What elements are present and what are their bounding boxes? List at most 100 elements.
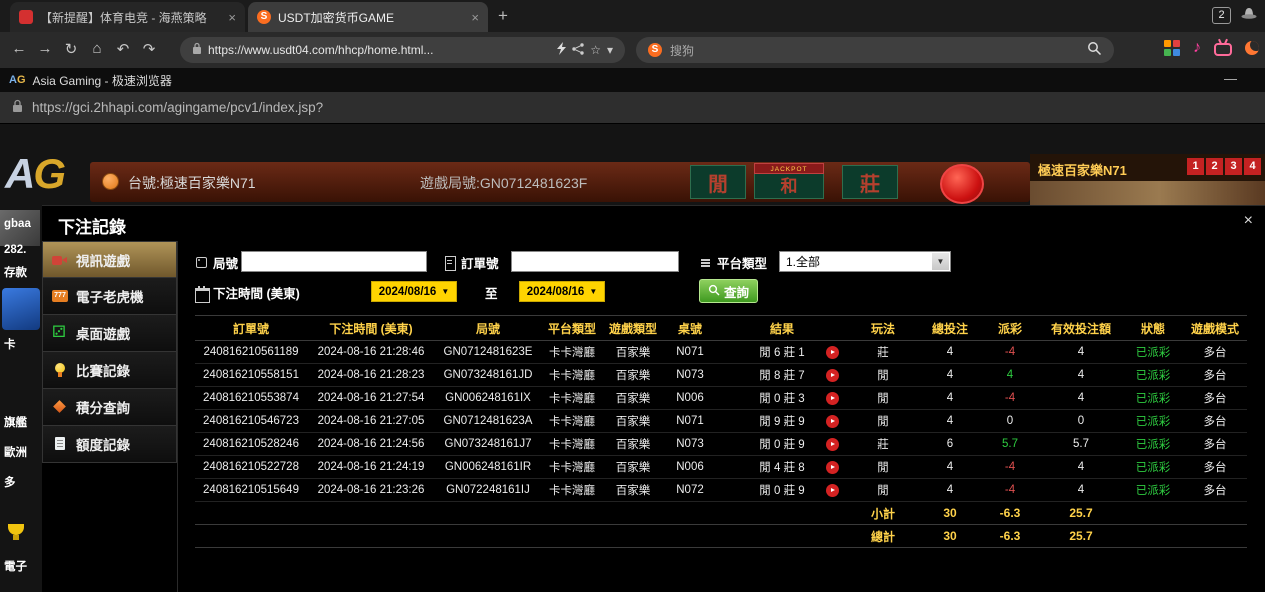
- cell-bet: 4: [919, 346, 981, 358]
- cell-order: 240816210528246: [195, 438, 307, 450]
- table-row[interactable]: 2408162105581512024-08-16 21:28:23GN0732…: [195, 364, 1247, 387]
- cards-image: [2, 288, 40, 330]
- replay-video-icon[interactable]: [826, 392, 839, 405]
- result-text: 閒 0 莊 9: [759, 436, 804, 452]
- sidebar-item-桌面遊戲[interactable]: 桌面遊戲: [42, 315, 177, 352]
- sidebar-item-label: 視訊遊戲: [76, 250, 130, 270]
- bet-button-tie[interactable]: JACKPOT 和: [754, 163, 824, 199]
- table-row[interactable]: 2408162105538742024-08-16 21:27:54GN0062…: [195, 387, 1247, 410]
- table-number-label: 台號:極速百家樂N71: [128, 173, 256, 193]
- sidebar-item-積分查詢[interactable]: 積分查詢: [42, 389, 177, 426]
- address-bar[interactable]: https://www.usdt04.com/hhcp/home.html...…: [180, 37, 625, 63]
- music-icon[interactable]: ♪: [1193, 39, 1201, 57]
- cell-play: 莊: [847, 344, 919, 360]
- roadmap-number[interactable]: 1: [1187, 158, 1204, 175]
- apps-grid-icon[interactable]: [1164, 40, 1180, 56]
- cell-play: 閒: [847, 390, 919, 406]
- close-tab-icon[interactable]: ×: [228, 10, 236, 25]
- cell-round: GN0712481623E: [435, 346, 541, 358]
- tv-icon[interactable]: [1214, 43, 1232, 56]
- table-row[interactable]: 2408162105467232024-08-16 21:27:05GN0712…: [195, 410, 1247, 433]
- list-icon: [699, 256, 712, 269]
- summary-row: 小計30-6.325.7: [195, 502, 1247, 525]
- cell-valid: 4: [1039, 392, 1123, 404]
- ledger-icon: [52, 436, 68, 452]
- sidebar-item-label: 積分查詢: [76, 397, 130, 417]
- browser-tab-usdt-game[interactable]: USDT加密货币GAME ×: [248, 2, 488, 32]
- close-tab-icon[interactable]: ×: [471, 10, 479, 25]
- cell-mode: 多台: [1183, 459, 1247, 475]
- replay-video-icon[interactable]: [826, 438, 839, 451]
- new-tab-button[interactable]: +: [498, 6, 508, 26]
- date-between-label: 至: [485, 283, 498, 302]
- cell-result: 閒 0 莊 9: [717, 433, 847, 455]
- cell-result: 閒 8 莊 7: [717, 364, 847, 386]
- table-row[interactable]: 2408162105227282024-08-16 21:24:19GN0062…: [195, 456, 1247, 479]
- summary-valid: 25.7: [1039, 506, 1123, 520]
- table-row[interactable]: 2408162105156492024-08-16 21:23:26GN0722…: [195, 479, 1247, 502]
- roadmap-numbers: 1234: [1187, 158, 1261, 175]
- table-row[interactable]: 2408162105611892024-08-16 21:28:46GN0712…: [195, 341, 1247, 364]
- night-mode-icon[interactable]: [1245, 41, 1259, 55]
- home-button[interactable]: ⌂: [86, 40, 108, 57]
- cell-order: 240816210522728: [195, 461, 307, 473]
- query-button[interactable]: 查詢: [699, 279, 758, 303]
- table-row[interactable]: 2408162105282462024-08-16 21:24:56GN0732…: [195, 433, 1247, 456]
- roadmap-number[interactable]: 2: [1206, 158, 1223, 175]
- close-icon[interactable]: ×: [1244, 212, 1253, 230]
- summary-valid: 25.7: [1039, 529, 1123, 543]
- share-icon[interactable]: [572, 43, 584, 58]
- summary-payout: -6.3: [981, 529, 1039, 543]
- replay-video-icon[interactable]: [826, 415, 839, 428]
- sidebar-item-比賽記錄[interactable]: 比賽記錄: [42, 352, 177, 389]
- bet-button-banker[interactable]: 莊: [842, 165, 898, 199]
- chevron-down-icon[interactable]: ▾: [607, 43, 613, 57]
- sidebar-item-視訊遊戲[interactable]: 視訊遊戲: [42, 241, 177, 278]
- cell-result: 閒 9 莊 9: [717, 410, 847, 432]
- dice-icon: [52, 325, 68, 341]
- replay-video-icon[interactable]: [826, 461, 839, 474]
- round-filter-label: 局號: [195, 253, 238, 272]
- download-badge[interactable]: 2: [1212, 7, 1231, 24]
- background-fragment: 歐洲: [4, 444, 27, 460]
- browser-tab-sports[interactable]: 【新提醒】体育电竞 - 海燕策略 ×: [10, 2, 245, 32]
- replay-video-icon[interactable]: [826, 369, 839, 382]
- date-from-button[interactable]: 2024/08/16▼: [371, 281, 457, 302]
- column-header: 總投注: [919, 320, 981, 337]
- round-input[interactable]: [241, 251, 427, 272]
- undo-button[interactable]: ↶: [112, 40, 134, 58]
- cell-payout: -4: [981, 392, 1039, 404]
- search-icon[interactable]: [1087, 41, 1102, 59]
- minimize-button[interactable]: —: [1224, 71, 1237, 86]
- cell-order: 240816210561189: [195, 346, 307, 358]
- replay-video-icon[interactable]: [826, 484, 839, 497]
- summary-label: 總計: [847, 528, 919, 545]
- redo-button[interactable]: ↷: [138, 40, 160, 58]
- bookmark-star-icon[interactable]: ☆: [590, 43, 601, 57]
- platform-select[interactable]: 1.全部 ▼: [779, 251, 951, 272]
- inner-address-bar[interactable]: https://gci.2hhapi.com/agingame/pcv1/ind…: [0, 92, 1265, 124]
- cell-mode: 多台: [1183, 482, 1247, 498]
- order-input[interactable]: [511, 251, 679, 272]
- search-bar[interactable]: 搜狗: [636, 37, 1114, 63]
- column-header: 結果: [717, 320, 847, 337]
- cell-round: GN0712481623A: [435, 415, 541, 427]
- replay-video-icon[interactable]: [826, 346, 839, 359]
- sidebar-item-電子老虎機[interactable]: 電子老虎機: [42, 278, 177, 315]
- date-to-button[interactable]: 2024/08/16▼: [519, 281, 605, 302]
- cell-platform: 卡卡灣廳: [541, 390, 603, 406]
- refresh-button[interactable]: ↻: [60, 40, 82, 58]
- column-header: 局號: [435, 320, 541, 337]
- bet-time-filter-label: 下注時間 (美東): [195, 283, 300, 302]
- bet-button-player[interactable]: 閒: [690, 165, 746, 199]
- cell-round: GN073248161JD: [435, 369, 541, 381]
- bet-records-modal: 下注記錄 × 視訊遊戲電子老虎機桌面遊戲比賽記錄積分查詢額度記錄 局號 訂單號 …: [42, 205, 1265, 592]
- hat-icon[interactable]: [1241, 6, 1257, 24]
- sidebar-item-額度記錄[interactable]: 額度記錄: [42, 426, 177, 463]
- roadmap-number[interactable]: 4: [1244, 158, 1261, 175]
- cell-platform: 卡卡灣廳: [541, 367, 603, 383]
- roadmap-number[interactable]: 3: [1225, 158, 1242, 175]
- lightning-icon[interactable]: [557, 42, 566, 58]
- bet-timer-button[interactable]: [940, 164, 984, 204]
- cell-table_no: N071: [663, 346, 717, 358]
